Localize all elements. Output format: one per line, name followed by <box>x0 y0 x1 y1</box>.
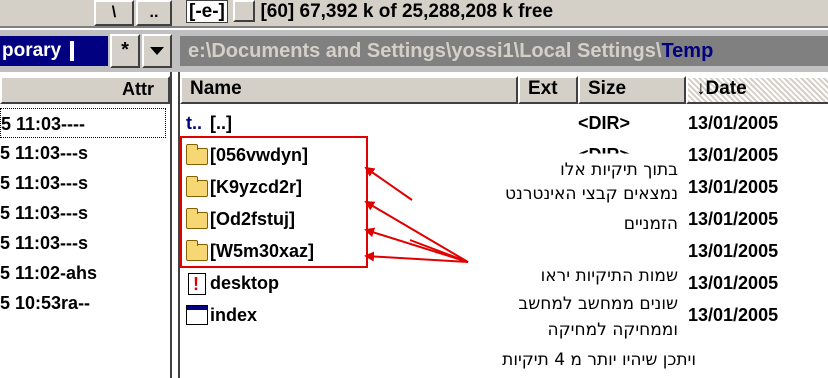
table-row[interactable]: t.. [..] <DIR> 13/01/2005 <box>180 108 828 138</box>
folders-highlight-box <box>180 136 368 268</box>
annotation-line: ויתכן שיהיו יותר מ 4 תיקיות <box>500 350 698 370</box>
drive-dropdown-icon[interactable] <box>233 0 256 22</box>
file-name: [..] <box>210 113 232 133</box>
list-item[interactable]: 5 11:03---s <box>0 168 88 198</box>
tab-edge <box>70 40 75 61</box>
file-name: index <box>210 305 258 325</box>
list-item[interactable]: 5 11:03---s <box>0 198 88 228</box>
root-button[interactable]: \ <box>94 0 134 26</box>
annotation-line: הזמניים <box>621 214 680 234</box>
left-file-panel: Attr 5 11:03---- 5 11:03---s 5 11:03---s… <box>0 72 172 378</box>
up-dir-icon: t.. <box>186 113 202 133</box>
list-item[interactable]: 5 10:53ra-- <box>0 288 90 318</box>
column-header-date[interactable]: ↓Date <box>686 76 828 104</box>
column-header-attr[interactable]: Attr <box>0 76 170 104</box>
table-row[interactable]: ! desktop 13/01/2005 <box>180 268 828 298</box>
file-date: 13/01/2005 <box>688 241 779 261</box>
history-dropdown-button[interactable] <box>142 34 172 68</box>
drive-bar: \ .. [-e-] [60] 67,392 k of 25,288,208 k… <box>0 0 828 28</box>
file-date: 13/01/2005 <box>688 273 779 293</box>
file-size: <DIR> <box>578 113 631 133</box>
file-date: 13/01/2005 <box>688 113 779 133</box>
list-item[interactable]: 5 11:03---s <box>0 228 88 258</box>
list-item[interactable]: 5 11:02-ahs <box>0 258 97 288</box>
favorites-button[interactable]: * <box>110 34 140 68</box>
drive-select[interactable]: [-e-] <box>186 0 228 23</box>
annotation-line: שונים ממחשב למחשב <box>516 294 680 314</box>
chevron-down-icon <box>150 47 164 55</box>
file-date: 13/01/2005 <box>688 209 779 229</box>
drive-free-space: [60] 67,392 k of 25,288,208 k free <box>260 1 554 22</box>
current-path[interactable]: e:\Documents and Settings\yossi1\Local S… <box>180 36 828 66</box>
path-current-folder: Temp <box>661 40 714 62</box>
file-date: 13/01/2005 <box>688 145 779 165</box>
column-header-name[interactable]: Name <box>180 76 518 104</box>
list-item[interactable]: 5 11:03---- <box>0 108 166 138</box>
file-date: 13/01/2005 <box>688 177 779 197</box>
file-date: 13/01/2005 <box>688 305 779 325</box>
column-header-size[interactable]: Size <box>578 76 686 104</box>
table-row[interactable]: index 13/01/2005 <box>180 300 828 330</box>
column-header-ext[interactable]: Ext <box>518 76 578 104</box>
warning-file-icon: ! <box>186 273 208 295</box>
path-toolbar: porary * e:\Documents and Settings\yossi… <box>0 30 828 72</box>
annotation-line: שמות התיקיות יראו <box>538 266 680 286</box>
parent-button[interactable]: .. <box>136 0 172 26</box>
annotation-line: וממחיקה למחיקה <box>545 320 680 340</box>
file-name: desktop <box>210 273 280 293</box>
attr-header-label: Attr <box>122 79 154 99</box>
left-panel-path-tab[interactable]: porary <box>0 36 108 66</box>
path-text: e:\Documents and Settings\yossi1\Local S… <box>188 40 662 62</box>
list-item[interactable]: 5 11:03---s <box>0 138 88 168</box>
window-file-icon <box>186 305 208 325</box>
left-path-label: porary <box>2 40 62 61</box>
annotation-line: נמצאים קבצי האינטרנט <box>503 184 680 204</box>
annotation-line: בתוך תיקיות אלו <box>558 160 680 180</box>
drive-info: [-e-] [60] 67,392 k of 25,288,208 k free <box>186 0 553 24</box>
